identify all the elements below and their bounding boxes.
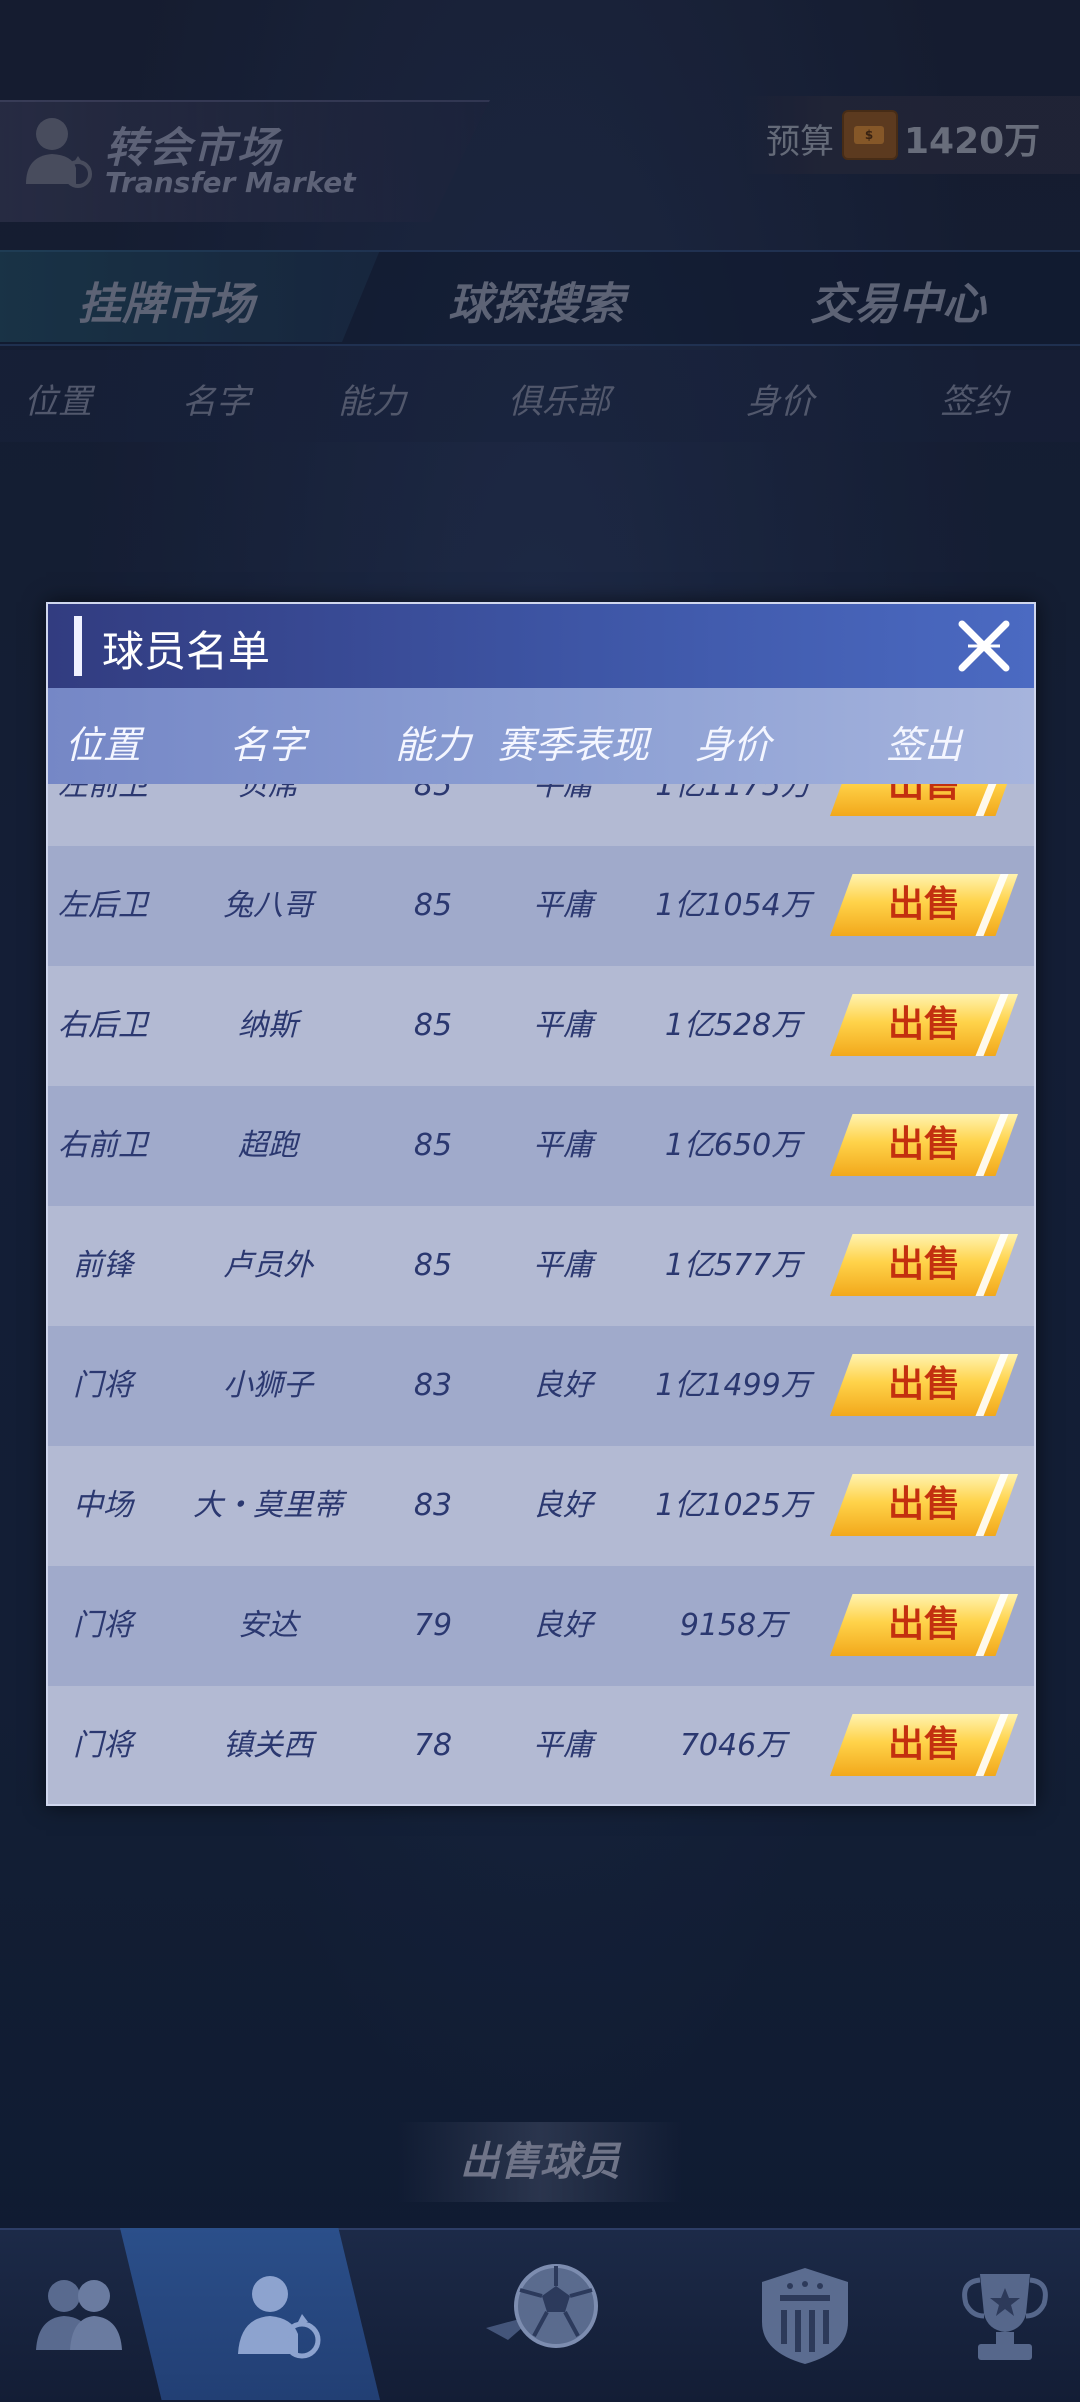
row-name: 大・莫里蒂 [193,1488,343,1523]
col-ability: 能力 [394,723,471,767]
sell-button[interactable]: 出售 [830,994,1018,1056]
row-ability: 85 [413,784,453,803]
sell-button[interactable]: 出售 [830,1594,1018,1656]
row-form: 平庸 [533,1728,593,1763]
row-name: 兔八哥 [223,888,313,923]
table-row: 门将 安达 79 良好 9158万 出售 [48,1566,1034,1686]
sell-button[interactable]: 出售 [830,1234,1018,1296]
row-ability: 85 [413,888,453,923]
club-badge-icon[interactable] [750,2260,860,2370]
table-row: 右后卫 纳斯 85 平庸 1亿528万 出售 [48,966,1034,1086]
row-ability: 85 [413,1008,453,1043]
row-name: 安达 [238,1608,298,1643]
players-icon[interactable] [24,2260,134,2370]
row-value: 1亿1499万 [655,1368,811,1403]
player-list-modal: 球员名单 位置 名字 能力 赛季表现 身价 签出 左前卫 贝席 85 平庸 1亿… [46,602,1036,1806]
row-value: 1亿1054万 [655,888,811,923]
row-position: 右前卫 [58,1128,148,1163]
sell-button[interactable]: 出售 [830,1714,1018,1776]
player-list[interactable]: 左前卫 贝席 85 平庸 1亿1175万 出售 左后卫 兔八哥 85 平庸 1亿… [48,784,1034,1804]
table-row: 左前卫 贝席 85 平庸 1亿1175万 出售 [48,784,1034,846]
row-position: 左前卫 [58,784,148,803]
match-icon[interactable] [478,2244,608,2374]
modal-title: 球员名单 [102,627,271,676]
table-row: 门将 小狮子 83 良好 1亿1499万 出售 [48,1326,1034,1446]
row-form: 良好 [533,1608,593,1643]
row-value: 9158万 [679,1608,787,1643]
row-value: 1亿650万 [664,1128,802,1163]
row-position: 左后卫 [58,888,148,923]
row-ability: 78 [413,1728,453,1763]
row-name: 超跑 [238,1128,298,1163]
row-ability: 83 [413,1488,453,1523]
row-name: 卢员外 [223,1248,313,1283]
col-name: 名字 [229,723,306,767]
row-form: 良好 [533,1368,593,1403]
close-icon[interactable] [948,610,1020,682]
sell-players-button[interactable]: 出售球员 [398,2122,682,2202]
row-name: 镇关西 [223,1728,313,1763]
col-season-form: 赛季表现 [496,723,649,767]
sell-button[interactable]: 出售 [830,874,1018,936]
table-row: 右前卫 超跑 85 平庸 1亿650万 出售 [48,1086,1034,1206]
row-form: 平庸 [533,1128,593,1163]
row-position: 门将 [73,1728,133,1763]
table-row: 前锋 卢员外 85 平庸 1亿577万 出售 [48,1206,1034,1326]
row-ability: 85 [413,1128,453,1163]
table-row: 中场 大・莫里蒂 83 良好 1亿1025万 出售 [48,1446,1034,1566]
row-ability: 83 [413,1368,453,1403]
row-ability: 85 [413,1248,453,1283]
row-position: 中场 [73,1488,133,1523]
row-form: 平庸 [533,1248,593,1283]
row-position: 门将 [73,1368,133,1403]
table-row: 左后卫 兔八哥 85 平庸 1亿1054万 出售 [48,846,1034,966]
title-accent-bar [74,616,82,676]
row-value: 1亿528万 [664,1008,802,1043]
col-position: 位置 [64,723,141,767]
row-value: 1亿1175万 [655,784,811,803]
row-position: 门将 [73,1608,133,1643]
row-ability: 79 [413,1608,453,1643]
row-value: 1亿1025万 [655,1488,811,1523]
row-value: 1亿577万 [664,1248,802,1283]
row-name: 贝席 [238,784,298,803]
sell-button[interactable]: 出售 [830,1474,1018,1536]
table-row: 门将 镇关西 78 平庸 7046万 出售 [48,1686,1034,1804]
col-value: 身价 [694,723,771,767]
trophy-icon[interactable] [950,2260,1060,2370]
sell-button[interactable]: 出售 [830,1354,1018,1416]
row-position: 前锋 [73,1248,133,1283]
row-form: 平庸 [533,784,593,803]
sell-button[interactable]: 出售 [830,1114,1018,1176]
row-name: 纳斯 [238,1008,298,1043]
row-position: 右后卫 [58,1008,148,1043]
row-form: 良好 [533,1488,593,1523]
transfer-icon[interactable] [222,2260,332,2370]
row-name: 小狮子 [223,1368,313,1403]
row-value: 7046万 [679,1728,787,1763]
col-release: 签出 [885,723,962,767]
row-form: 平庸 [533,1008,593,1043]
row-form: 平庸 [533,888,593,923]
sell-button[interactable]: 出售 [830,784,1018,816]
